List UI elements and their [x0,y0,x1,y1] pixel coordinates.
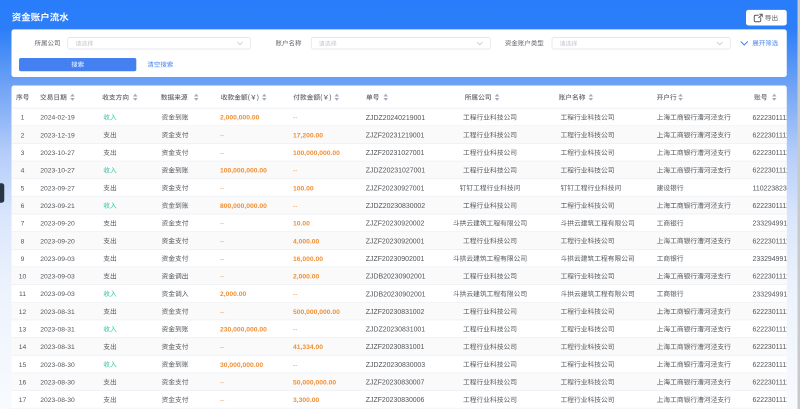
svg-text:100,000,000.00: 100,000,000.00 [220,168,267,175]
svg-text:4: 4 [21,168,25,175]
svg-text:ZJDZ20230830003: ZJDZ20230830003 [366,362,426,369]
svg-text:13: 13 [19,327,27,334]
svg-text:2023-08-31: 2023-08-31 [40,327,75,334]
svg-text:41,334.00: 41,334.00 [293,344,323,351]
svg-text:50,000,000.00: 50,000,000.00 [293,379,336,386]
svg-text:17,200.00: 17,200.00 [293,132,323,139]
svg-text:ZJDZ20230831001: ZJDZ20230831001 [366,327,426,334]
svg-text:100.00: 100.00 [293,185,314,192]
svg-text:100,000,000.00: 100,000,000.00 [293,150,340,157]
svg-text:--: -- [220,132,225,139]
svg-text:9: 9 [21,256,25,263]
svg-text:11: 11 [19,291,26,298]
svg-text:ZJDZ20240219001: ZJDZ20240219001 [366,115,426,122]
svg-text:--: -- [293,291,298,298]
svg-text:2023-10-27: 2023-10-27 [40,150,75,157]
svg-text:6: 6 [21,203,25,210]
svg-text:--: -- [220,397,225,404]
svg-text:ZJZF20230920002: ZJZF20230920002 [366,221,425,228]
svg-text:ZJZF20230927001: ZJZF20230927001 [366,185,425,192]
svg-text:ZJDB20230902001: ZJDB20230902001 [366,291,426,298]
svg-text:16: 16 [19,379,27,386]
svg-text:2023-08-31: 2023-08-31 [40,344,75,351]
svg-text:ZJDZ20231027001: ZJDZ20231027001 [366,168,426,175]
svg-text:ZJZF20230831001: ZJZF20230831001 [366,344,425,351]
svg-text:2023-12-19: 2023-12-19 [40,132,75,139]
svg-text:2023-08-30: 2023-08-30 [40,362,75,369]
svg-text:2023-09-03: 2023-09-03 [40,274,75,281]
svg-text:--: -- [293,203,298,210]
svg-text:2023-08-31: 2023-08-31 [40,309,75,316]
svg-text:--: -- [220,309,225,316]
svg-text:ZJZF20230902001: ZJZF20230902001 [366,256,425,263]
svg-text:2023-09-20: 2023-09-20 [40,238,75,245]
svg-text:--: -- [220,256,225,263]
svg-text:15: 15 [19,362,27,369]
svg-text:2023-09-20: 2023-09-20 [40,221,75,228]
svg-text:2023-09-03: 2023-09-03 [40,256,75,263]
svg-text:--: -- [220,344,225,351]
svg-text:10: 10 [19,274,27,281]
svg-text:--: -- [220,221,225,228]
svg-text:230,000,000.00: 230,000,000.00 [220,327,267,334]
svg-text:--: -- [293,115,298,122]
svg-text:14: 14 [19,344,27,351]
svg-text:--: -- [293,362,298,369]
svg-text:1: 1 [21,115,25,122]
svg-text:8: 8 [21,238,25,245]
svg-text:30,000,000.00: 30,000,000.00 [220,362,263,369]
svg-text:800,000,000.00: 800,000,000.00 [220,203,267,210]
svg-text:2,000,000.00: 2,000,000.00 [220,115,260,122]
svg-text:2,000.00: 2,000.00 [220,291,247,298]
svg-text:ZJZF20231219001: ZJZF20231219001 [366,132,425,139]
svg-text:ZJZF20230920001: ZJZF20230920001 [366,238,425,245]
svg-text:ZJZF20230830007: ZJZF20230830007 [366,380,425,387]
svg-text:5: 5 [21,185,25,192]
svg-text:2023-10-27: 2023-10-27 [40,168,75,175]
svg-text:--: -- [220,150,225,157]
svg-text:2: 2 [21,132,25,139]
svg-text:2024-02-19: 2024-02-19 [40,115,75,122]
svg-text:2,000.00: 2,000.00 [293,274,320,281]
svg-text:500,000,000.00: 500,000,000.00 [293,309,340,316]
svg-text:ZJZF20230831002: ZJZF20230831002 [366,309,425,316]
svg-text:--: -- [220,379,225,386]
svg-text:ZJDB20230902001: ZJDB20230902001 [366,274,426,281]
svg-text:2023-08-30: 2023-08-30 [40,379,75,386]
svg-text:--: -- [293,168,298,175]
svg-text:10.00: 10.00 [293,221,310,228]
svg-text:ZJZF20231027001: ZJZF20231027001 [366,150,425,157]
svg-text:4,000.00: 4,000.00 [293,238,320,245]
svg-text:--: -- [220,274,225,281]
svg-text:--: -- [293,327,298,334]
svg-text:--: -- [220,185,225,192]
svg-text:3: 3 [21,150,25,157]
svg-text:ZJDZ20230830002: ZJDZ20230830002 [366,203,426,210]
svg-text:3,300.00: 3,300.00 [293,397,320,404]
svg-text:2023-09-03: 2023-09-03 [40,291,75,298]
svg-text:17: 17 [19,397,27,404]
svg-text:--: -- [220,238,225,245]
svg-text:12: 12 [19,309,27,316]
svg-text:2023-08-30: 2023-08-30 [40,397,75,404]
svg-text:16,000.00: 16,000.00 [293,256,323,263]
svg-text:7: 7 [21,221,25,228]
svg-text:2023-09-21: 2023-09-21 [40,203,75,210]
svg-text:ZJZF20230830006: ZJZF20230830006 [366,397,425,404]
svg-text:2023-09-27: 2023-09-27 [40,185,75,192]
